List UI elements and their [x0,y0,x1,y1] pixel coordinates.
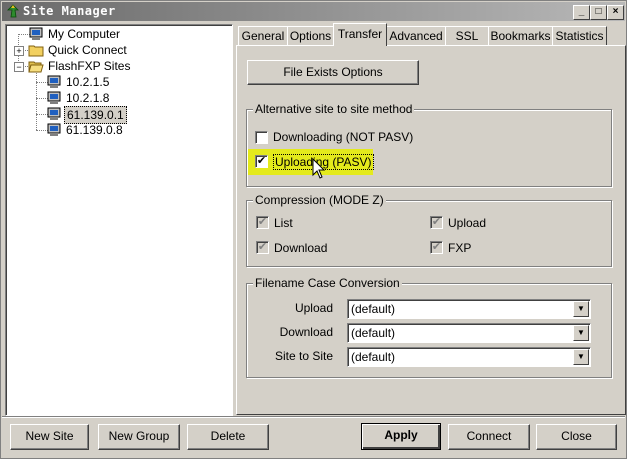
compression-upload-checkbox[interactable]: ✔ [430,216,443,229]
compression-fxp-label: FXP [448,241,472,255]
check-icon: ✔ [257,241,268,253]
window-title: Site Manager [23,4,116,18]
new-site-button[interactable]: New Site [10,424,89,450]
group-title: Compression (MODE Z) [253,193,386,207]
folder-icon [28,45,44,57]
maximize-button[interactable]: □ [590,5,607,20]
site-manager-window: Site Manager _ □ × + − My Computer Quick… [0,0,627,459]
tab-ssl[interactable]: SSL [445,26,489,46]
dropdown-arrow-icon[interactable]: ▼ [573,349,589,365]
uploading-checkbox[interactable]: ✔ [255,155,268,168]
downloading-label: Downloading (NOT PASV) [273,130,414,144]
check-icon: ✔ [257,216,268,228]
alt-site-group: Alternative site to site method [246,102,612,187]
compression-list-label: List [274,216,293,230]
group-title: Alternative site to site method [253,102,415,116]
minimize-button[interactable]: _ [573,5,590,20]
computer-icon [47,75,61,88]
expand-quick-connect-icon[interactable]: + [14,46,24,56]
tab-general[interactable]: General [238,26,288,46]
site-tree[interactable]: + − My Computer Quick Connect FlashFXP S… [5,24,233,416]
compression-group: Compression (MODE Z) [246,193,612,267]
compression-download-label: Download [274,241,328,255]
download-case-select[interactable]: (default) ▼ [347,323,591,343]
select-value: (default) [351,326,396,340]
tree-label: Quick Connect [48,43,127,57]
upload-case-select[interactable]: (default) ▼ [347,299,591,319]
group-title: Filename Case Conversion [253,276,402,290]
title-bar[interactable]: Site Manager _ □ × [2,2,625,21]
downloading-checkbox[interactable] [255,131,268,144]
check-icon: ✔ [431,241,442,253]
tree-label: FlashFXP Sites [48,59,131,73]
computer-icon [29,27,43,40]
new-group-button[interactable]: New Group [98,424,180,450]
tree-label: 10.2.1.5 [66,75,110,89]
upload-case-label: Upload [294,301,333,315]
download-case-label: Download [279,325,333,339]
site-to-site-case-label: Site to Site [274,349,333,363]
site-to-site-case-select[interactable]: (default) ▼ [347,347,591,367]
close-window-button[interactable]: × [607,5,624,20]
delete-button[interactable]: Delete [187,424,269,450]
tree-label: 61.139.0.8 [66,123,123,137]
tree-label: My Computer [48,27,121,41]
select-value: (default) [351,350,396,364]
check-icon: ✔ [256,155,267,167]
check-icon: ✔ [431,216,442,228]
tab-transfer[interactable]: Transfer [333,23,387,46]
folder-open-icon [28,61,44,73]
apply-button[interactable]: Apply [361,423,441,450]
computer-icon [47,107,61,120]
computer-icon [47,91,61,104]
compression-upload-label: Upload [448,216,487,230]
close-button[interactable]: Close [536,424,617,450]
connect-button[interactable]: Connect [448,424,530,450]
bottom-divider [2,416,625,418]
mouse-cursor-icon [312,158,326,179]
computer-icon [47,123,61,136]
compression-fxp-checkbox[interactable]: ✔ [430,241,443,254]
compression-download-checkbox[interactable]: ✔ [256,241,269,254]
tab-statistics[interactable]: Statistics [552,26,607,46]
flashfxp-logo-icon [7,4,19,18]
compression-list-checkbox[interactable]: ✔ [256,216,269,229]
dropdown-arrow-icon[interactable]: ▼ [573,301,589,317]
tab-options[interactable]: Options [287,26,334,46]
file-exists-options-button[interactable]: File Exists Options [247,60,419,85]
collapse-flashfxp-sites-icon[interactable]: − [14,62,24,72]
select-value: (default) [351,302,396,316]
tab-advanced[interactable]: Advanced [386,26,446,46]
tree-label: 10.2.1.8 [66,91,110,105]
dropdown-arrow-icon[interactable]: ▼ [573,325,589,341]
tab-bookmarks[interactable]: Bookmarks [488,26,553,46]
